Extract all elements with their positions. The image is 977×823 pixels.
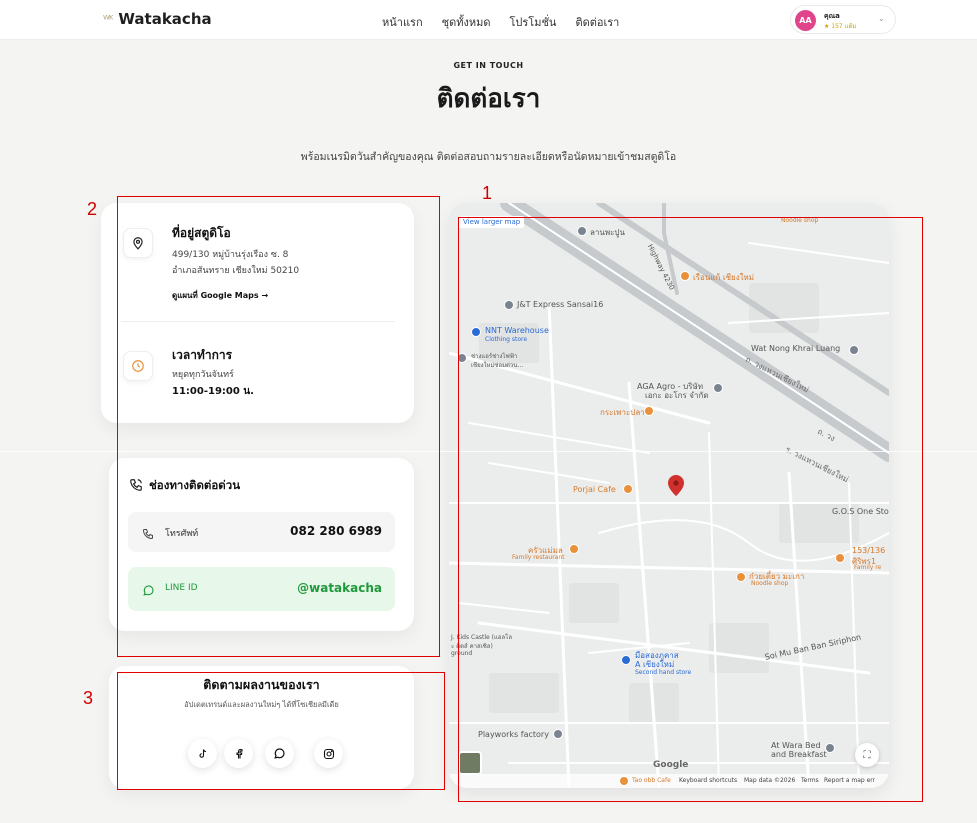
main-nav: หน้าแรก ชุดทั้งหมด โปรโมชั่น ติดต่อเรา: [382, 13, 619, 31]
avatar: AA: [795, 10, 816, 31]
nav-item-home[interactable]: หน้าแรก: [382, 13, 423, 31]
logo-text: Watakacha: [118, 10, 212, 28]
annotation-label-1: 1: [482, 183, 493, 203]
annotation-label-3: 3: [83, 688, 94, 708]
nav-item-promotions[interactable]: โปรโมชั่น: [510, 13, 557, 31]
user-points: ★ 157 แต้ม: [824, 23, 857, 30]
nav-item-all-sets[interactable]: ชุดทั้งหมด: [442, 13, 491, 31]
annotation-label-2: 2: [87, 199, 98, 219]
user-menu[interactable]: AA คุณa ★ 157 แต้ม ⌄: [790, 5, 896, 34]
annotation-box-3: [117, 672, 445, 790]
nav-item-contact[interactable]: ติดต่อเรา: [575, 13, 619, 31]
annotation-box-2: [117, 196, 440, 657]
brand-logo[interactable]: ᵂᴷ Watakacha: [103, 10, 212, 28]
page-title: ติดต่อเรา: [436, 84, 541, 114]
chevron-down-icon: ⌄: [878, 14, 885, 23]
annotation-box-1: [458, 217, 923, 802]
page-subtitle: พร้อมเนรมิตวันสำคัญของคุณ ติดต่อสอบถามรา…: [300, 151, 677, 163]
top-header: ᵂᴷ Watakacha หน้าแรก ชุดทั้งหมด โปรโมชั่…: [0, 0, 977, 40]
page-eyebrow: GET IN TOUCH: [453, 61, 524, 70]
logo-mark: ᵂᴷ: [103, 12, 113, 26]
